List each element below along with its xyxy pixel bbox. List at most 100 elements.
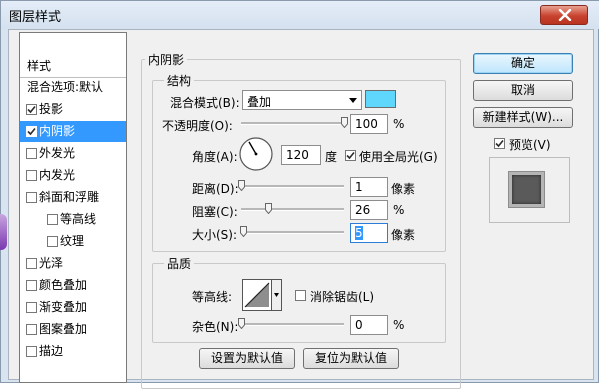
structure-title: 结构 — [164, 72, 195, 89]
styles-list: 样式 混合选项:默认投影内阴影外发光内发光斜面和浮雕等高线纹理光泽颜色叠加渐变叠… — [19, 32, 127, 383]
style-list-item[interactable]: 投影 — [20, 99, 126, 120]
style-list-item-label: 图案叠加 — [39, 322, 88, 336]
choke-label: 阻塞(C): — [192, 205, 238, 219]
close-icon — [558, 9, 572, 21]
global-light-label: 使用全局光(G) — [359, 150, 438, 164]
shadow-color-swatch[interactable] — [365, 90, 396, 108]
angle-dial[interactable] — [238, 136, 274, 172]
style-list-item-label: 投影 — [39, 102, 64, 116]
anti-alias-checkbox[interactable] — [295, 290, 306, 301]
opacity-unit: % — [393, 117, 405, 131]
size-input[interactable]: 5 — [350, 223, 388, 243]
style-checkbox[interactable] — [26, 104, 37, 115]
preview-label: 预览(V) — [509, 138, 551, 152]
style-checkbox[interactable] — [47, 214, 58, 225]
style-checkbox[interactable] — [26, 258, 37, 269]
distance-input[interactable]: 1 — [350, 177, 388, 197]
style-list-item-label: 纹理 — [60, 234, 85, 248]
noise-unit: % — [393, 318, 405, 332]
checkmark-icon — [27, 127, 36, 136]
distance-slider-thumb[interactable] — [238, 180, 245, 191]
style-list-item-label: 混合选项:默认 — [27, 80, 104, 94]
style-list-item-label: 内发光 — [39, 168, 76, 182]
ok-button[interactable]: 确定 — [473, 53, 573, 74]
inner-shadow-title: 内阴影 — [145, 51, 188, 68]
contour-label: 等高线: — [192, 290, 233, 304]
style-list-item[interactable]: 混合选项:默认 — [20, 77, 126, 98]
new-style-button[interactable]: 新建样式(W)... — [473, 107, 573, 128]
style-checkbox[interactable] — [26, 346, 37, 357]
style-list-item[interactable]: 渐变叠加 — [20, 297, 126, 318]
preview-square-outer — [508, 171, 545, 208]
cancel-button[interactable]: 取消 — [473, 80, 573, 101]
choke-slider[interactable] — [241, 203, 344, 215]
angle-unit: 度 — [325, 150, 338, 164]
chevron-down-icon — [349, 98, 357, 103]
style-list-item[interactable]: 光泽 — [20, 253, 126, 274]
distance-slider-track — [241, 185, 344, 188]
styles-list-header[interactable]: 样式 — [20, 56, 126, 78]
size-slider-track — [241, 231, 344, 234]
size-label: 大小(S): — [192, 228, 238, 242]
opacity-input[interactable]: 100 — [350, 114, 388, 134]
style-list-item[interactable]: 等高线 — [20, 209, 126, 230]
window-title: 图层样式 — [9, 10, 62, 25]
size-unit: 像素 — [391, 228, 416, 242]
style-list-item[interactable]: 颜色叠加 — [20, 275, 126, 296]
global-light-checkbox[interactable] — [345, 150, 356, 161]
noise-slider[interactable] — [238, 318, 344, 330]
preview-square-inner — [512, 175, 541, 204]
choke-unit: % — [393, 203, 405, 217]
style-checkbox[interactable] — [26, 324, 37, 335]
blend-mode-select[interactable]: 叠加 — [242, 90, 362, 110]
title-bar[interactable]: 图层样式 — [1, 1, 599, 29]
style-checkbox[interactable] — [26, 302, 37, 313]
blend-mode-value: 叠加 — [247, 95, 272, 109]
style-checkbox[interactable] — [26, 280, 37, 291]
style-checkbox[interactable] — [26, 126, 37, 137]
style-checkbox[interactable] — [26, 148, 37, 159]
style-checkbox[interactable] — [47, 236, 58, 247]
distance-unit: 像素 — [391, 182, 416, 196]
noise-slider-thumb[interactable] — [238, 318, 245, 329]
angle-input[interactable]: 120 — [281, 145, 321, 165]
size-slider[interactable] — [240, 226, 344, 238]
style-list-item[interactable]: 内发光 — [20, 165, 126, 186]
checkmark-icon — [346, 151, 355, 160]
size-input-value: 5 — [355, 226, 363, 240]
style-list-item[interactable]: 纹理 — [20, 231, 126, 252]
style-list-item-label: 渐变叠加 — [39, 300, 88, 314]
close-button[interactable] — [540, 5, 588, 25]
choke-slider-thumb[interactable] — [264, 203, 272, 214]
style-list-item[interactable]: 斜面和浮雕 — [20, 187, 126, 208]
noise-input[interactable]: 0 — [350, 315, 388, 335]
styles-header-label: 样式 — [27, 59, 52, 73]
choke-input[interactable]: 26 — [350, 200, 388, 220]
angle-label: 角度(A): — [192, 150, 238, 164]
style-list-item[interactable]: 外发光 — [20, 143, 126, 164]
style-list-item-label: 光泽 — [39, 256, 64, 270]
style-preview-thumbnail — [489, 157, 570, 223]
background-decoration — [0, 214, 7, 250]
style-list-item[interactable]: 内阴影 — [20, 121, 126, 142]
distance-slider[interactable] — [238, 180, 344, 192]
style-checkbox[interactable] — [26, 192, 37, 203]
opacity-slider-thumb[interactable] — [341, 117, 348, 128]
reset-default-button[interactable]: 复位为默认值 — [303, 348, 399, 369]
choke-slider-track — [241, 208, 344, 211]
opacity-slider-track — [241, 122, 344, 125]
style-list-item-label: 描边 — [39, 344, 64, 358]
make-default-button[interactable]: 设置为默认值 — [199, 348, 295, 369]
style-list-item[interactable]: 描边 — [20, 341, 126, 362]
quality-title: 品质 — [164, 255, 195, 272]
style-checkbox[interactable] — [26, 170, 37, 181]
style-list-item-label: 斜面和浮雕 — [39, 190, 100, 204]
contour-picker[interactable] — [242, 279, 282, 311]
opacity-slider[interactable] — [241, 117, 348, 129]
noise-slider-track — [241, 323, 344, 326]
style-list-item[interactable]: 图案叠加 — [20, 319, 126, 340]
preview-checkbox[interactable] — [494, 138, 505, 149]
style-list-item-label: 外发光 — [39, 146, 76, 160]
size-slider-thumb[interactable] — [240, 226, 248, 237]
checkmark-icon — [495, 139, 504, 148]
